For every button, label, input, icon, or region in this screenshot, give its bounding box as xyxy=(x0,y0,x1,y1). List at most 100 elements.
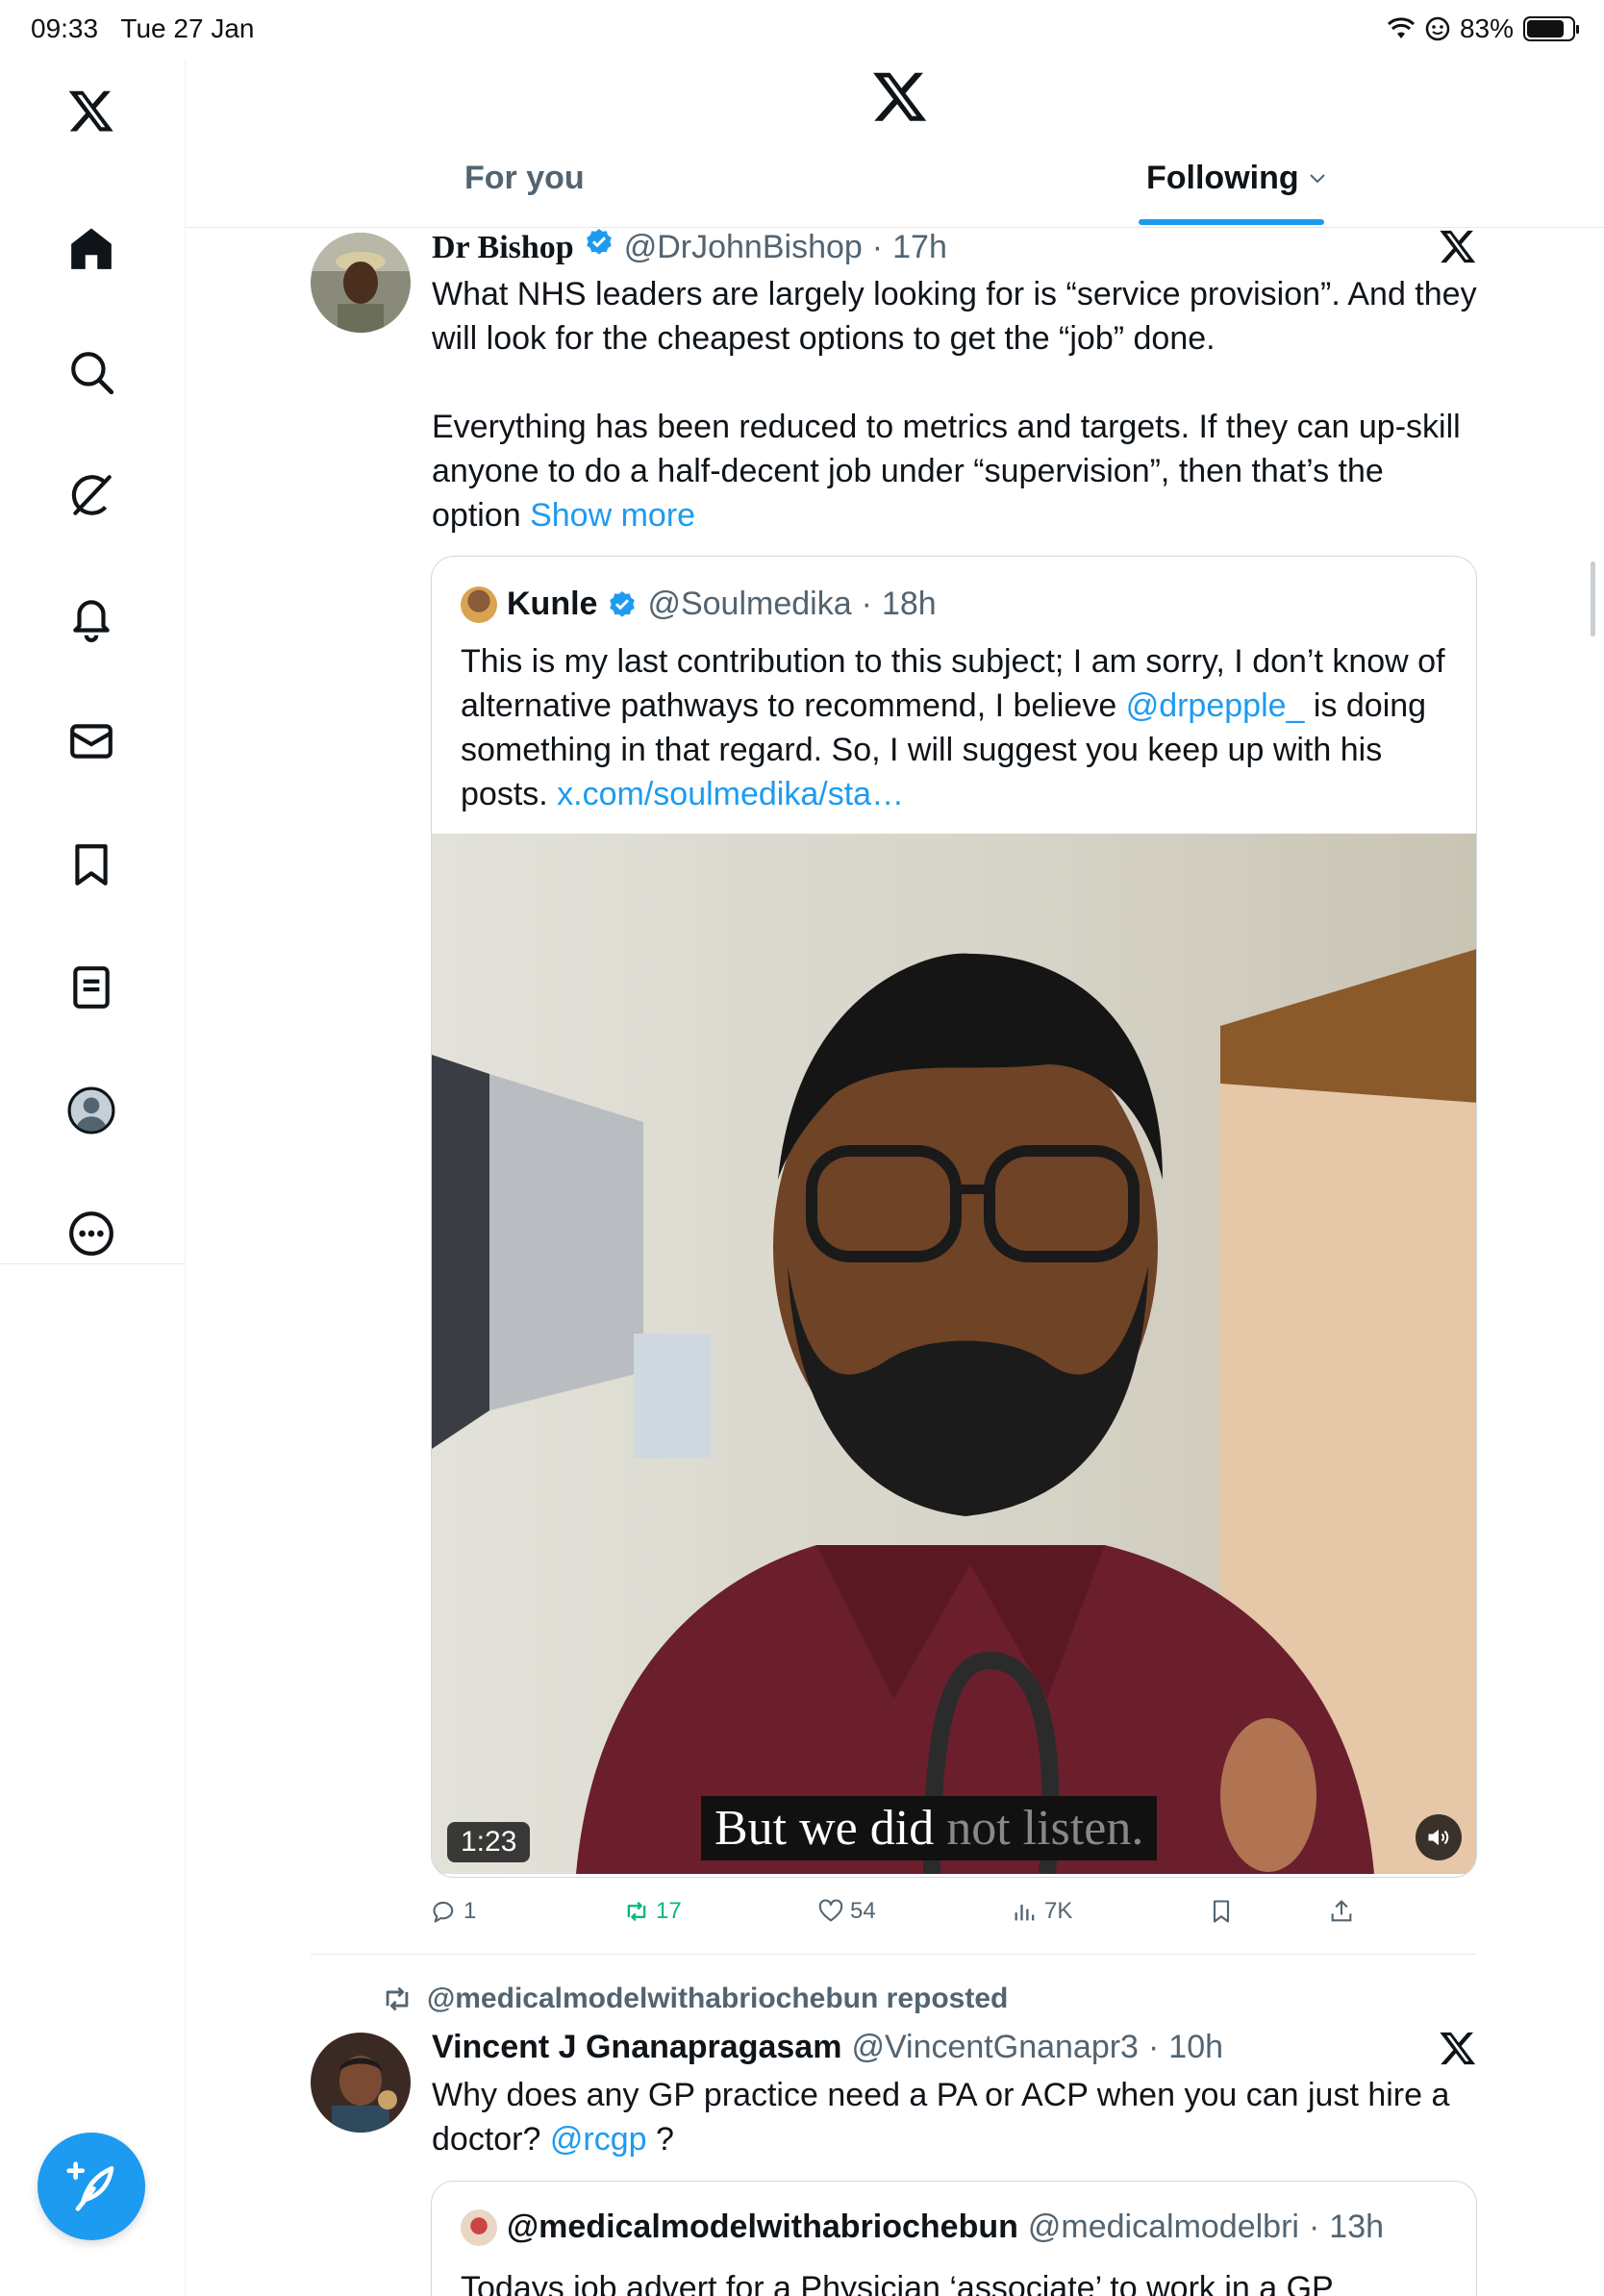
video-frame xyxy=(432,834,1476,1874)
tweet-paragraph: What NHS leaders are largely looking for… xyxy=(432,276,1477,357)
speaker-icon xyxy=(1428,1829,1449,1846)
x-logo-icon xyxy=(1440,2032,1476,2065)
timestamp[interactable]: 10h xyxy=(1168,2029,1223,2066)
separator-dot: · xyxy=(861,586,872,622)
bookmark-icon xyxy=(1213,1900,1230,1923)
video-player[interactable]: 1:23 But we did not listen. xyxy=(432,834,1476,1874)
tab-following-label: Following xyxy=(1146,160,1299,196)
caption-faded-text: not listen. xyxy=(934,1801,1144,1856)
avatar[interactable] xyxy=(311,2033,411,2133)
view-count: 7K xyxy=(1044,1898,1073,1924)
tweet-divider xyxy=(311,1954,1476,1955)
profile-icon[interactable] xyxy=(60,1079,123,1142)
quoted-tweet-header: @medicalmodelwithabriochebun @medicalmod… xyxy=(461,2209,1384,2246)
display-name[interactable]: Dr Bishop xyxy=(432,230,574,266)
reply-button[interactable]: 1 xyxy=(431,1898,476,1925)
display-name[interactable]: @medicalmodelwithabriochebun xyxy=(507,2209,1018,2246)
bookmark-button[interactable] xyxy=(1208,1898,1235,1925)
quoted-tweet-header: Kunle @Soulmedika · 18h xyxy=(461,586,937,623)
avatar[interactable] xyxy=(311,233,411,333)
reposted-by-label: @medicalmodelwithabriochebun reposted xyxy=(427,1983,1009,2014)
tweet-paragraph: Everything has been reduced to metrics a… xyxy=(432,405,1480,537)
retweet-count: 17 xyxy=(656,1898,682,1924)
separator-dot: · xyxy=(1147,2029,1160,2065)
timestamp: 18h xyxy=(881,586,937,622)
x-logo-icon xyxy=(873,72,927,121)
status-clock: 09:33 xyxy=(31,13,99,43)
retweet-icon xyxy=(386,1986,409,2011)
avatar[interactable] xyxy=(461,586,497,623)
timeline-header: For you Following xyxy=(186,60,1604,228)
compose-button[interactable] xyxy=(38,2133,145,2240)
more-icon[interactable] xyxy=(60,1202,123,1265)
bookmark-icon[interactable] xyxy=(60,833,123,896)
home-icon[interactable] xyxy=(60,217,123,281)
tweet-text-part: ? xyxy=(646,2121,674,2158)
display-name[interactable]: Kunle xyxy=(507,586,597,623)
scrollbar[interactable] xyxy=(1591,562,1595,636)
tweet-header: Vincent J Gnanapragasam @VincentGnanapr3… xyxy=(432,2029,1223,2066)
x-logo-icon[interactable] xyxy=(60,79,123,142)
sidebar-divider xyxy=(0,1263,186,1264)
separator-dot: · xyxy=(1308,2209,1320,2245)
handle: @medicalmodelbri xyxy=(1027,2209,1299,2245)
tweet-text: What NHS leaders are largely looking for… xyxy=(432,272,1480,537)
reply-icon xyxy=(433,1901,454,1923)
views-button[interactable]: 7K xyxy=(1012,1898,1072,1925)
repost-indicator[interactable]: @medicalmodelwithabriochebun reposted xyxy=(381,1983,1008,2015)
separator-dot: · xyxy=(871,229,884,265)
retweet-icon xyxy=(627,1901,646,1922)
caption-text: But we did xyxy=(714,1801,935,1856)
chevron-down-icon xyxy=(1309,173,1325,183)
mention-link[interactable]: @drpepple_ xyxy=(1126,687,1305,724)
mention-link[interactable]: @rcgp xyxy=(550,2121,647,2158)
retweet-button[interactable]: 17 xyxy=(623,1898,682,1925)
url-link[interactable]: x.com/soulmedika/sta… xyxy=(557,776,904,812)
views-chart-icon xyxy=(1015,1905,1035,1921)
battery-icon xyxy=(1523,16,1579,41)
x-logo-icon xyxy=(1440,230,1476,263)
tweet-actions: 1 17 54 7K xyxy=(431,1898,1392,1936)
timestamp[interactable]: 17h xyxy=(892,229,947,266)
like-button[interactable]: 54 xyxy=(817,1898,876,1925)
grok-icon[interactable] xyxy=(60,463,123,527)
battery-percent: 83% xyxy=(1459,13,1514,43)
share-button[interactable] xyxy=(1328,1898,1355,1925)
heart-icon xyxy=(818,1899,843,1922)
timestamp: 13h xyxy=(1329,2209,1385,2245)
like-count: 54 xyxy=(850,1898,876,1924)
avatar[interactable] xyxy=(461,2209,497,2246)
mail-icon[interactable] xyxy=(60,710,123,773)
active-tab-indicator xyxy=(1139,219,1324,225)
show-more-link[interactable]: Show more xyxy=(530,497,695,534)
tab-following[interactable]: Following xyxy=(1146,160,1326,197)
quoted-tweet[interactable]: @medicalmodelwithabriochebun @medicalmod… xyxy=(431,2181,1477,2296)
status-indicators: 83% xyxy=(1387,13,1579,44)
focus-face-icon xyxy=(1425,16,1450,41)
share-icon xyxy=(1331,1900,1352,1922)
battery-fill xyxy=(1527,20,1565,37)
video-duration: 1:23 xyxy=(447,1822,531,1862)
tweet-text: Why does any GP practice need a PA or AC… xyxy=(432,2073,1480,2161)
handle[interactable]: @DrJohnBishop xyxy=(624,229,863,266)
handle[interactable]: @VincentGnanapr3 xyxy=(851,2029,1139,2066)
display-name[interactable]: Vincent J Gnanapragasam xyxy=(432,2029,841,2066)
status-time: 09:33 Tue 27 Jan xyxy=(31,13,254,44)
compose-icon xyxy=(66,2161,114,2211)
quoted-tweet-text: Todays job advert for a Physician ‘assoc… xyxy=(461,2270,1334,2296)
bell-icon[interactable] xyxy=(60,586,123,650)
handle: @Soulmedika xyxy=(647,586,852,622)
tab-for-you[interactable]: For you xyxy=(464,160,585,197)
wifi-icon xyxy=(1387,17,1415,38)
mute-button[interactable] xyxy=(1416,1814,1462,1860)
list-icon[interactable] xyxy=(60,956,123,1019)
verified-badge-icon xyxy=(586,229,612,255)
search-icon[interactable] xyxy=(60,340,123,404)
verified-badge-icon xyxy=(610,590,636,617)
video-caption: But we did not listen. xyxy=(701,1796,1158,1860)
tweet-header: Dr Bishop @DrJohnBishop · 17h xyxy=(432,227,947,266)
quoted-tweet[interactable]: Kunle @Soulmedika · 18h This is my last … xyxy=(431,556,1477,1878)
status-date: Tue 27 Jan xyxy=(120,13,255,43)
sidebar xyxy=(0,60,186,2296)
